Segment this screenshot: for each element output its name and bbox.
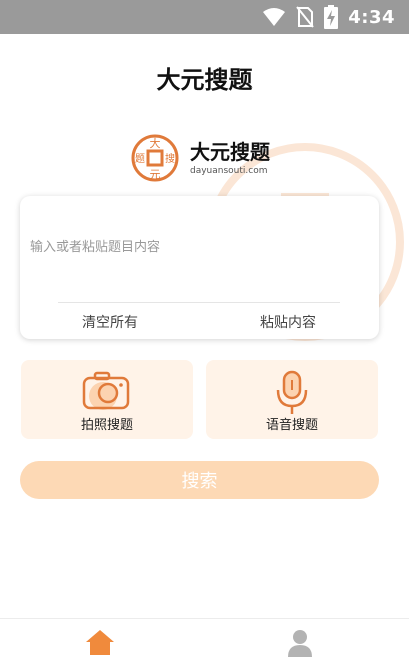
photo-search-button[interactable]: 拍照搜题 (21, 360, 193, 439)
brand-logo-icon: 大 搜 元 题 (131, 134, 179, 182)
logo-char-top: 大 (150, 136, 161, 150)
photo-search-label: 拍照搜题 (80, 418, 133, 433)
brand: 大 搜 元 题 大元搜题 dayuansouti.com (130, 132, 270, 184)
logo-char-left: 题 (135, 153, 145, 165)
logo-char-right: 搜 (165, 152, 175, 165)
status-bar: 4:34 (0, 0, 409, 34)
status-time: 4:34 (348, 6, 395, 28)
question-input[interactable] (30, 236, 370, 296)
paste-content-button[interactable]: 粘贴内容 (260, 312, 316, 332)
battery-charging-icon (324, 5, 339, 29)
home-icon (86, 630, 114, 655)
search-button[interactable]: 搜索 (20, 461, 379, 499)
user-icon (288, 630, 312, 657)
voice-search-button[interactable]: 语音搜题 (206, 360, 378, 439)
bottom-nav (0, 618, 409, 659)
camera-icon (82, 371, 130, 410)
voice-search-label: 语音搜题 (265, 418, 318, 433)
brand-name: 大元搜题 (190, 140, 270, 164)
nav-home[interactable] (85, 629, 115, 659)
clear-all-button[interactable]: 清空所有 (82, 312, 138, 332)
logo-char-bottom: 元 (150, 168, 161, 181)
brand-domain: dayuansouti.com (190, 166, 268, 176)
nav-profile[interactable] (287, 629, 313, 661)
microphone-icon (276, 370, 308, 414)
no-sim-icon (296, 6, 314, 28)
page-title: 大元搜题 (156, 66, 253, 94)
card-divider (58, 302, 340, 303)
brand-text: 大元搜题 dayuansouti.com (190, 140, 270, 176)
wifi-icon (262, 7, 286, 27)
question-input-card: 清空所有 粘贴内容 (20, 196, 379, 339)
